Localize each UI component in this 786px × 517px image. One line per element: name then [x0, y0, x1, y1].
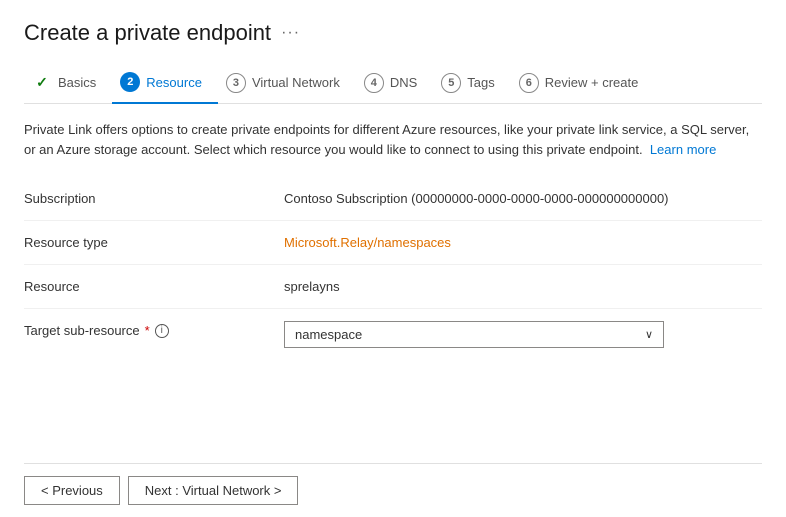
step-label-dns: DNS — [390, 75, 417, 90]
form-value-resource: sprelayns — [284, 277, 762, 294]
page-title: Create a private endpoint — [24, 20, 271, 46]
form-value-subscription: Contoso Subscription (00000000-0000-0000… — [284, 189, 762, 206]
step-label-virtual-network: Virtual Network — [252, 75, 340, 90]
previous-button[interactable]: < Previous — [24, 476, 120, 505]
form-value-resource-type: Microsoft.Relay/namespaces — [284, 233, 762, 250]
step-label-tags: Tags — [467, 75, 494, 90]
step-label-resource: Resource — [146, 75, 202, 90]
form-row-resource: Resource sprelayns — [24, 265, 762, 309]
form-row-subscription: Subscription Contoso Subscription (000000… — [24, 177, 762, 221]
step-circle-basics: ✓ — [32, 73, 52, 93]
form-row-resource-type: Resource type Microsoft.Relay/namespaces — [24, 221, 762, 265]
footer: < Previous Next : Virtual Network > — [24, 463, 762, 517]
description-text: Private Link offers options to create pr… — [24, 120, 762, 159]
wizard-step-tags[interactable]: 5 Tags — [433, 65, 510, 103]
wizard-step-dns[interactable]: 4 DNS — [356, 65, 433, 103]
form-label-target-sub-resource: Target sub-resource * i — [24, 321, 284, 338]
step-label-basics: Basics — [58, 75, 96, 90]
label-text-target-sub-resource: Target sub-resource — [24, 323, 140, 338]
step-circle-tags: 5 — [441, 73, 461, 93]
step-circle-virtual-network: 3 — [226, 73, 246, 93]
wizard-nav: ✓ Basics 2 Resource 3 Virtual Network 4 DNS 5 Tag… — [24, 64, 762, 104]
info-icon-target-sub-resource[interactable]: i — [155, 324, 169, 338]
dropdown-value-target-sub-resource: namespace — [295, 327, 362, 342]
label-text-resource-type: Resource type — [24, 235, 108, 250]
required-indicator: * — [145, 323, 150, 338]
next-virtual-network-button[interactable]: Next : Virtual Network > — [128, 476, 299, 505]
chevron-down-icon: ∨ — [645, 328, 653, 341]
wizard-step-resource[interactable]: 2 Resource — [112, 64, 218, 104]
learn-more-link[interactable]: Learn more — [650, 142, 716, 157]
ellipsis-menu-button[interactable]: ··· — [281, 24, 300, 42]
step-label-review-create: Review + create — [545, 75, 639, 90]
dropdown-target-sub-resource[interactable]: namespace ∨ — [284, 321, 664, 348]
step-circle-resource: 2 — [120, 72, 140, 92]
step-circle-dns: 4 — [364, 73, 384, 93]
form-label-resource-type: Resource type — [24, 233, 284, 250]
form-label-resource: Resource — [24, 277, 284, 294]
wizard-step-virtual-network[interactable]: 3 Virtual Network — [218, 65, 356, 103]
label-text-subscription: Subscription — [24, 191, 96, 206]
form-label-subscription: Subscription — [24, 189, 284, 206]
wizard-step-basics[interactable]: ✓ Basics — [24, 65, 112, 103]
resource-form: Subscription Contoso Subscription (000000… — [24, 177, 762, 463]
form-row-target-sub-resource: Target sub-resource * i namespace ∨ — [24, 309, 762, 360]
step-circle-review-create: 6 — [519, 73, 539, 93]
wizard-step-review-create[interactable]: 6 Review + create — [511, 65, 655, 103]
label-text-resource: Resource — [24, 279, 80, 294]
